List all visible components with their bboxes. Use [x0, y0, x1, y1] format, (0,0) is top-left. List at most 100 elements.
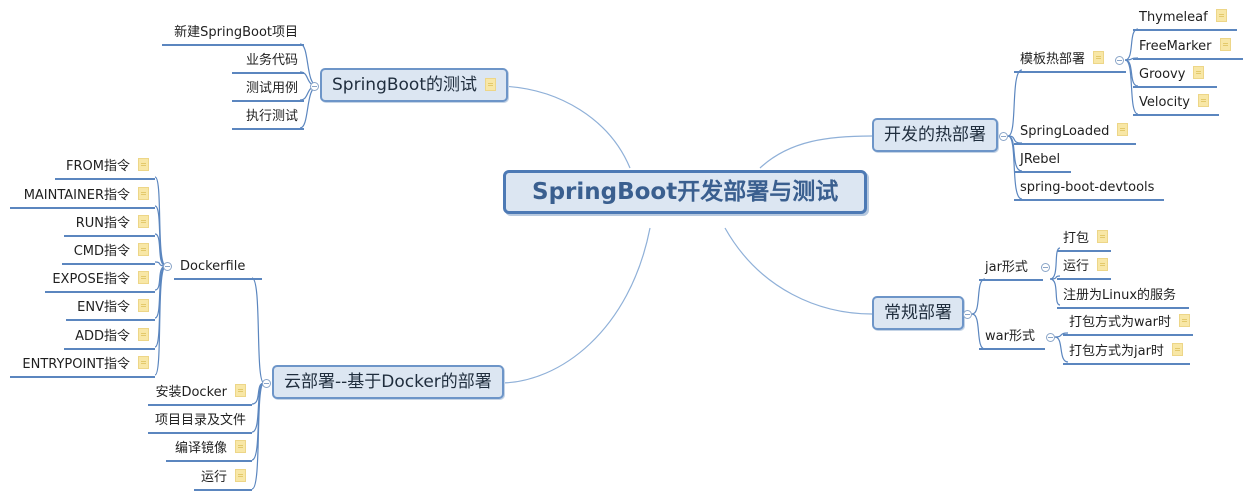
- leaf-template-1[interactable]: FreeMarker: [1133, 38, 1243, 60]
- note-icon[interactable]: [138, 187, 149, 200]
- leaf-label: 编译镜像: [174, 441, 227, 456]
- leaf-jar-1[interactable]: 运行: [1057, 258, 1111, 280]
- leaf-dockerfile-3[interactable]: CMD指令: [62, 243, 155, 265]
- note-icon[interactable]: [138, 299, 149, 312]
- leaf-label: 测试用例: [245, 81, 298, 96]
- leaf-testing-3[interactable]: 执行测试: [232, 108, 304, 130]
- leaf-dockerfile-7[interactable]: ENTRYPOINT指令: [10, 356, 155, 378]
- note-icon[interactable]: [138, 271, 149, 284]
- leaf-hot-deploy-2[interactable]: spring-boot-devtools: [1014, 179, 1164, 201]
- note-icon[interactable]: [138, 356, 149, 369]
- leaf-label: 执行测试: [245, 109, 298, 124]
- central-topic[interactable]: SpringBoot开发部署与测试: [503, 170, 868, 214]
- topic-label: 云部署--基于Docker的部署: [284, 372, 492, 392]
- collapse-toggle-icon[interactable]: [963, 310, 972, 319]
- connector-central-regular: [724, 227, 873, 315]
- leaf-dockerfile-1[interactable]: MAINTAINER指令: [10, 187, 155, 209]
- note-icon[interactable]: [1171, 343, 1183, 356]
- leaf-label: ADD指令: [75, 329, 130, 344]
- leaf-war-0[interactable]: 打包方式为war时: [1063, 314, 1193, 336]
- leaf-dockerfile-2[interactable]: RUN指令: [64, 215, 155, 237]
- leaf-label: 安装Docker: [155, 385, 227, 400]
- note-icon[interactable]: [1178, 314, 1190, 327]
- note-icon[interactable]: [138, 215, 149, 228]
- note-icon[interactable]: [1198, 94, 1209, 107]
- note-icon[interactable]: [138, 243, 149, 256]
- collapse-toggle-icon[interactable]: [310, 82, 319, 91]
- leaf-label: 项目目录及文件: [154, 413, 246, 428]
- note-icon[interactable]: [485, 78, 496, 91]
- note-icon[interactable]: [1097, 230, 1109, 243]
- central-topic-label: SpringBoot开发部署与测试: [532, 179, 839, 205]
- leaf-label: 模板热部署: [1020, 52, 1086, 67]
- topic-label: SpringBoot的测试: [332, 75, 477, 95]
- leaf-dockerfile-5[interactable]: ENV指令: [66, 299, 155, 321]
- leaf-label: JRebel: [1020, 152, 1061, 167]
- leaf-hot-deploy-1[interactable]: JRebel: [1014, 151, 1071, 173]
- leaf-template-2[interactable]: Groovy: [1133, 66, 1217, 88]
- leaf-dockerfile-4[interactable]: EXPOSE指令: [45, 271, 155, 293]
- leaf-jar-2[interactable]: 注册为Linux的服务: [1057, 287, 1189, 309]
- leaf-dockerfile-6[interactable]: ADD指令: [64, 328, 155, 350]
- collapse-toggle-icon[interactable]: [1046, 333, 1055, 342]
- leaf-label: 业务代码: [245, 53, 298, 68]
- collapse-toggle-icon[interactable]: [163, 262, 172, 271]
- note-icon[interactable]: [235, 440, 246, 453]
- leaf-testing-0[interactable]: 新建SpringBoot项目: [162, 24, 304, 46]
- collapse-toggle-icon[interactable]: [999, 132, 1008, 141]
- leaf-testing-2[interactable]: 测试用例: [232, 80, 304, 102]
- leaf-cloud-2[interactable]: 编译镜像: [166, 440, 252, 462]
- topic-regular-deploy[interactable]: 常规部署: [872, 296, 964, 330]
- note-icon[interactable]: [138, 158, 149, 171]
- leaf-war-1[interactable]: 打包方式为jar时: [1063, 343, 1190, 365]
- leaf-dockerfile-0[interactable]: FROM指令: [55, 158, 155, 180]
- collapse-toggle-icon[interactable]: [1041, 263, 1050, 272]
- leaf-label: CMD指令: [73, 244, 130, 259]
- note-icon[interactable]: [1193, 66, 1205, 79]
- connector-central-cloud: [499, 227, 651, 384]
- leaf-label: ENV指令: [77, 300, 130, 315]
- subtopic-jar[interactable]: jar形式: [979, 259, 1043, 281]
- connector-central-hotdeploy: [759, 135, 873, 169]
- topic-label: 开发的热部署: [884, 125, 986, 145]
- leaf-cloud-0[interactable]: 安装Docker: [148, 384, 252, 406]
- note-icon[interactable]: [1117, 123, 1129, 136]
- leaf-label: 注册为Linux的服务: [1063, 288, 1177, 303]
- leaf-hot-deploy-0[interactable]: SpringLoaded: [1014, 123, 1136, 145]
- connector-central-testing: [499, 85, 631, 169]
- note-icon[interactable]: [235, 469, 246, 482]
- topic-springboot-testing[interactable]: SpringBoot的测试: [320, 68, 508, 102]
- leaf-testing-1[interactable]: 业务代码: [232, 52, 304, 74]
- leaf-label: 运行: [200, 470, 227, 485]
- topic-hot-deploy[interactable]: 开发的热部署: [872, 118, 998, 152]
- leaf-label: Groovy: [1139, 67, 1186, 82]
- note-icon[interactable]: [138, 328, 149, 341]
- leaf-label: MAINTAINER指令: [23, 188, 130, 203]
- leaf-template-0[interactable]: Thymeleaf: [1133, 9, 1237, 31]
- leaf-label: ENTRYPOINT指令: [22, 357, 130, 372]
- leaf-label: spring-boot-devtools: [1020, 180, 1155, 195]
- leaf-cloud-3[interactable]: 运行: [194, 469, 252, 491]
- collapse-toggle-icon[interactable]: [1115, 56, 1124, 65]
- note-icon[interactable]: [1097, 258, 1109, 271]
- leaf-label: 打包: [1063, 231, 1090, 246]
- leaf-cloud-1[interactable]: 项目目录及文件: [148, 412, 252, 434]
- note-icon[interactable]: [1093, 51, 1105, 64]
- collapse-toggle-icon[interactable]: [262, 379, 271, 388]
- subtopic-war[interactable]: war形式: [979, 328, 1045, 350]
- subtopic-dockerfile[interactable]: Dockerfile: [174, 258, 262, 280]
- leaf-label: 打包方式为jar时: [1069, 344, 1164, 359]
- leaf-label: FreeMarker: [1139, 39, 1212, 54]
- leaf-template-3[interactable]: Velocity: [1133, 94, 1219, 116]
- note-icon[interactable]: [1215, 9, 1227, 22]
- note-icon[interactable]: [1219, 38, 1231, 51]
- leaf-label: jar形式: [985, 260, 1028, 275]
- note-icon[interactable]: [235, 384, 246, 397]
- leaf-label: war形式: [985, 329, 1035, 344]
- topic-cloud-deploy[interactable]: 云部署--基于Docker的部署: [272, 365, 504, 399]
- leaf-label: 打包方式为war时: [1069, 315, 1171, 330]
- leaf-label: SpringLoaded: [1020, 124, 1110, 139]
- leaf-jar-0[interactable]: 打包: [1057, 230, 1111, 252]
- subtopic-template-hot-deploy[interactable]: 模板热部署: [1014, 51, 1126, 73]
- leaf-label: Thymeleaf: [1139, 10, 1208, 25]
